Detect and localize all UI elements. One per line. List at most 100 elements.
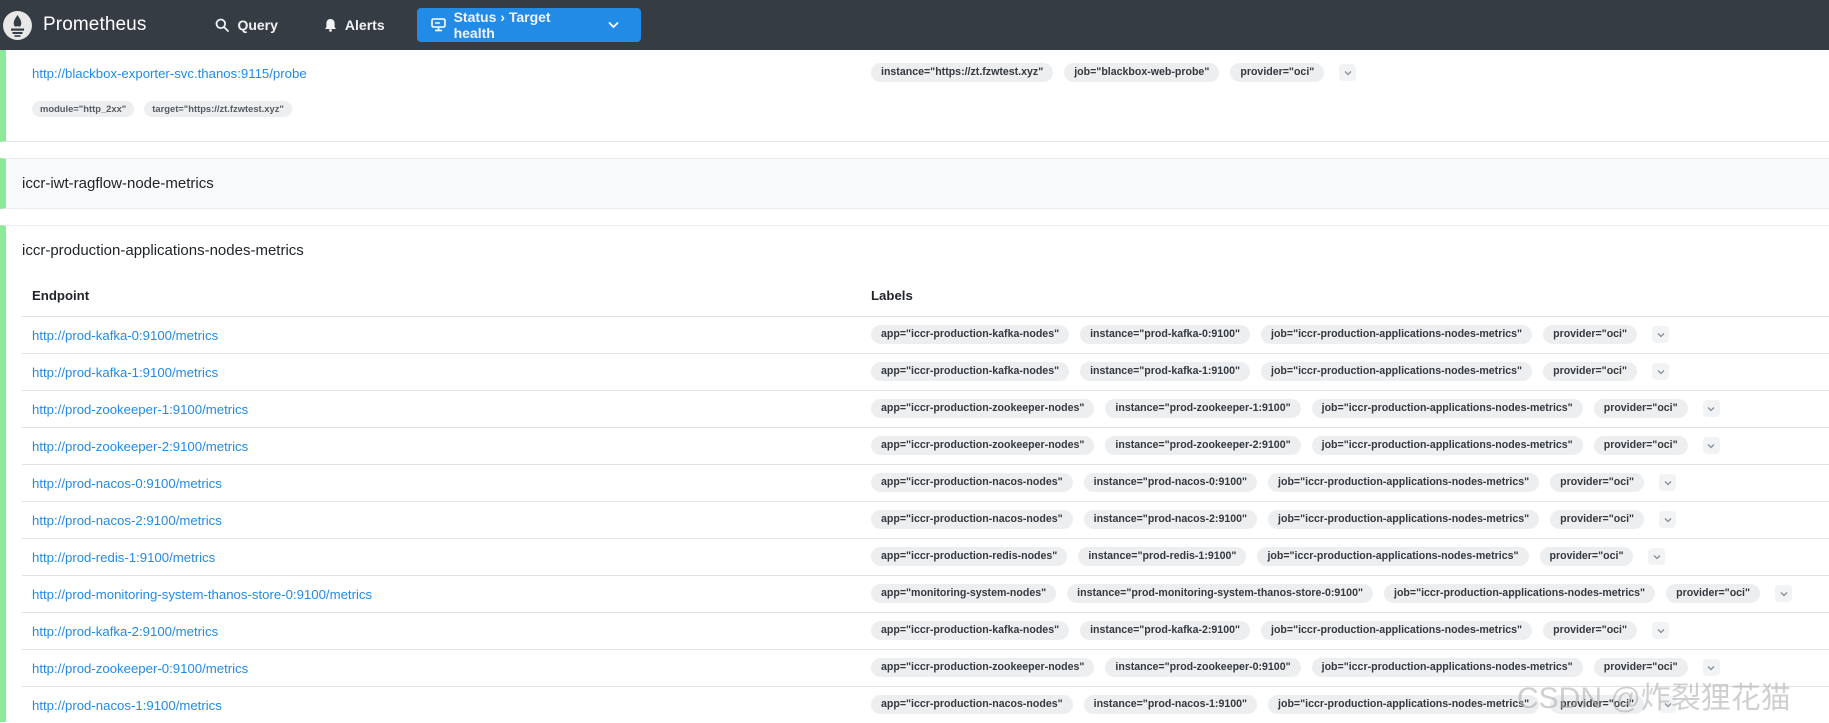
column-header-endpoint: Endpoint bbox=[32, 288, 90, 303]
nav-status-menu[interactable]: Status › Target health bbox=[416, 8, 641, 42]
label-badge: job="iccr-production-applications-nodes-… bbox=[1311, 436, 1583, 455]
endpoint-link[interactable]: http://prod-kafka-0:9100/metrics bbox=[32, 328, 218, 343]
table-row: http://prod-nacos-1:9100/metrics app="icc… bbox=[22, 686, 1829, 723]
target-labels: app="iccr-production-kafka-nodes" instanc… bbox=[871, 621, 1670, 640]
label-badge: instance="prod-zookeeper-1:9100" bbox=[1105, 399, 1301, 418]
target-labels: app="iccr-production-nacos-nodes" instanc… bbox=[871, 695, 1677, 714]
label-badge: provider="oci" bbox=[1550, 695, 1645, 714]
label-badge: instance="prod-kafka-1:9100" bbox=[1080, 362, 1250, 381]
server-icon bbox=[430, 18, 446, 32]
expand-labels-button[interactable] bbox=[1652, 622, 1670, 639]
prometheus-logo-icon bbox=[3, 10, 32, 40]
label-badge: instance="prod-nacos-1:9100" bbox=[1083, 695, 1258, 714]
table-row: http://prod-zookeeper-1:9100/metrics app=… bbox=[22, 390, 1829, 427]
expand-labels-button[interactable] bbox=[1339, 64, 1357, 81]
label-badge: instance="prod-kafka-2:9100" bbox=[1080, 621, 1250, 640]
label-badge: provider="oci" bbox=[1539, 547, 1634, 566]
target-labels: app="iccr-production-zookeeper-nodes" ins… bbox=[871, 658, 1720, 677]
table-row: http://prod-kafka-1:9100/metrics app="icc… bbox=[22, 353, 1829, 390]
expand-labels-button[interactable] bbox=[1659, 511, 1677, 528]
chevron-down-icon bbox=[1664, 702, 1672, 707]
expand-labels-button[interactable] bbox=[1659, 696, 1677, 713]
label-badge: provider="oci" bbox=[1230, 63, 1325, 82]
label-badge: provider="oci" bbox=[1593, 658, 1688, 677]
scrape-params: module="http_2xx" target="https://zt.fzw… bbox=[32, 101, 302, 117]
param-badge: target="https://zt.fzwtest.xyz" bbox=[144, 101, 292, 117]
label-badge: job="iccr-production-applications-nodes-… bbox=[1384, 584, 1656, 603]
label-badge: provider="oci" bbox=[1550, 473, 1645, 492]
param-badge: module="http_2xx" bbox=[32, 101, 135, 117]
chevron-down-icon bbox=[1344, 70, 1352, 75]
label-badge: app="iccr-production-kafka-nodes" bbox=[871, 362, 1070, 381]
endpoint-link[interactable]: http://prod-kafka-1:9100/metrics bbox=[32, 365, 218, 380]
scrape-pool-ragflow[interactable]: iccr-iwt-ragflow-node-metrics bbox=[0, 158, 1829, 209]
label-badge: job="iccr-production-applications-nodes-… bbox=[1268, 510, 1540, 529]
label-badge: app="iccr-production-kafka-nodes" bbox=[871, 621, 1070, 640]
table-row: http://prod-monitoring-system-thanos-sto… bbox=[22, 575, 1829, 612]
label-badge: provider="oci" bbox=[1543, 621, 1638, 640]
label-badge: provider="oci" bbox=[1666, 584, 1761, 603]
endpoint-link[interactable]: http://prod-nacos-2:9100/metrics bbox=[32, 513, 222, 528]
expand-labels-button[interactable] bbox=[1702, 400, 1720, 417]
target-labels: app="iccr-production-zookeeper-nodes" ins… bbox=[871, 399, 1720, 418]
label-badge: app="monitoring-system-nodes" bbox=[871, 584, 1057, 603]
label-badge: app="iccr-production-nacos-nodes" bbox=[871, 510, 1073, 529]
endpoint-link[interactable]: http://prod-nacos-1:9100/metrics bbox=[32, 698, 222, 713]
table-row: http://prod-zookeeper-2:9100/metrics app=… bbox=[22, 427, 1829, 464]
label-badge: app="iccr-production-nacos-nodes" bbox=[871, 695, 1073, 714]
target-labels: app="iccr-production-zookeeper-nodes" ins… bbox=[871, 436, 1720, 455]
expand-labels-button[interactable] bbox=[1659, 474, 1677, 491]
label-badge: provider="oci" bbox=[1593, 436, 1688, 455]
label-badge: app="iccr-production-zookeeper-nodes" bbox=[871, 436, 1095, 455]
endpoint-link[interactable]: http://prod-kafka-2:9100/metrics bbox=[32, 624, 218, 639]
label-badge: job="iccr-production-applications-nodes-… bbox=[1311, 399, 1583, 418]
scrape-pool-production-nodes: iccr-production-applications-nodes-metri… bbox=[0, 225, 1829, 722]
expand-labels-button[interactable] bbox=[1652, 363, 1670, 380]
target-labels: app="iccr-production-kafka-nodes" instanc… bbox=[871, 325, 1670, 344]
endpoint-link[interactable]: http://prod-zookeeper-2:9100/metrics bbox=[32, 439, 248, 454]
label-badge: job="iccr-production-applications-nodes-… bbox=[1257, 547, 1529, 566]
chevron-down-icon bbox=[1657, 332, 1664, 337]
endpoint-link[interactable]: http://prod-nacos-0:9100/metrics bbox=[32, 476, 222, 491]
endpoint-link[interactable]: http://prod-monitoring-system-thanos-sto… bbox=[32, 587, 372, 602]
brand[interactable]: Prometheus bbox=[3, 10, 146, 40]
pool-title: iccr-production-applications-nodes-metri… bbox=[22, 242, 304, 259]
endpoint-link[interactable]: http://prod-zookeeper-1:9100/metrics bbox=[32, 402, 248, 417]
endpoint-link[interactable]: http://blackbox-exporter-svc.thanos:9115… bbox=[32, 66, 307, 81]
nav-query[interactable]: Query bbox=[203, 8, 289, 42]
label-badge: app="iccr-production-kafka-nodes" bbox=[871, 325, 1070, 344]
chevron-down-icon bbox=[1707, 665, 1715, 670]
target-labels: app="iccr-production-redis-nodes" instanc… bbox=[871, 547, 1666, 566]
table-row: http://prod-redis-1:9100/metrics app="icc… bbox=[22, 538, 1829, 575]
table-row: http://prod-nacos-0:9100/metrics app="icc… bbox=[22, 464, 1829, 501]
expand-labels-button[interactable] bbox=[1702, 437, 1720, 454]
chevron-down-icon bbox=[1707, 406, 1715, 411]
label-badge: app="iccr-production-zookeeper-nodes" bbox=[871, 658, 1095, 677]
label-badge: app="iccr-production-nacos-nodes" bbox=[871, 473, 1073, 492]
endpoint-link[interactable]: http://prod-zookeeper-0:9100/metrics bbox=[32, 661, 248, 676]
expand-labels-button[interactable] bbox=[1648, 548, 1666, 565]
chevron-down-icon bbox=[1780, 591, 1787, 596]
target-labels: app="iccr-production-kafka-nodes" instanc… bbox=[871, 362, 1670, 381]
label-badge: app="iccr-production-redis-nodes" bbox=[871, 547, 1068, 566]
chevron-down-icon bbox=[1664, 480, 1672, 485]
label-badge: instance="prod-redis-1:9100" bbox=[1078, 547, 1247, 566]
nav-query-label: Query bbox=[237, 17, 278, 33]
label-badge: instance="prod-kafka-0:9100" bbox=[1080, 325, 1250, 344]
expand-labels-button[interactable] bbox=[1775, 585, 1793, 602]
expand-labels-button[interactable] bbox=[1702, 659, 1720, 676]
target-labels: app="iccr-production-nacos-nodes" instanc… bbox=[871, 473, 1677, 492]
column-header-labels: Labels bbox=[871, 288, 913, 303]
search-icon bbox=[216, 18, 230, 32]
endpoint-link[interactable]: http://prod-redis-1:9100/metrics bbox=[32, 550, 215, 565]
label-badge: job="iccr-production-applications-nodes-… bbox=[1261, 362, 1533, 381]
label-badge: instance="prod-nacos-0:9100" bbox=[1083, 473, 1258, 492]
label-badge: instance="prod-zookeeper-0:9100" bbox=[1105, 658, 1301, 677]
nav-status-label: Status › Target health bbox=[453, 9, 551, 41]
expand-labels-button[interactable] bbox=[1652, 326, 1670, 343]
pool-title: iccr-iwt-ragflow-node-metrics bbox=[22, 175, 214, 192]
label-badge: provider="oci" bbox=[1550, 510, 1645, 529]
label-badge: job="iccr-production-applications-nodes-… bbox=[1268, 695, 1540, 714]
label-badge: instance="prod-nacos-2:9100" bbox=[1083, 510, 1258, 529]
nav-alerts[interactable]: Alerts bbox=[312, 8, 397, 42]
